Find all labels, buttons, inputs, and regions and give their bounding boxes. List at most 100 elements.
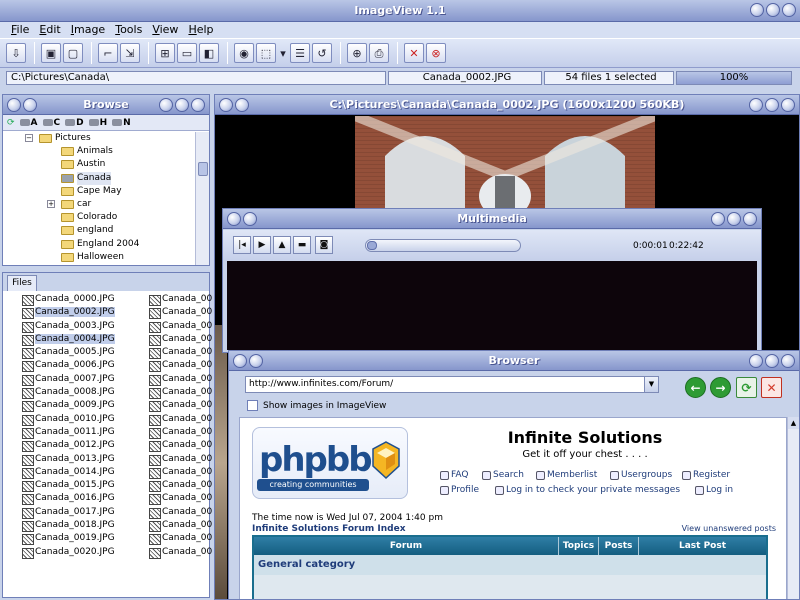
nav-login[interactable]: Log in [695, 485, 733, 495]
browse-close-button[interactable] [191, 98, 205, 112]
file-item[interactable]: Canada_0013.JPG [21, 453, 115, 466]
browser-minimize-button[interactable] [749, 354, 763, 368]
file-item[interactable]: Canada_0010.JPG [21, 413, 115, 426]
file-item[interactable]: Canada_0006.JPG [21, 359, 115, 373]
view-unanswered-link[interactable]: View unanswered posts [682, 524, 776, 533]
tree-item[interactable]: Austin [3, 158, 193, 171]
tree-expander-icon[interactable]: − [25, 134, 33, 142]
multimedia-pin-button[interactable] [227, 212, 241, 226]
file-item[interactable]: Canada_0016.JPG [21, 492, 115, 506]
thumbnails-icon[interactable]: ⊞ [155, 43, 175, 63]
eject-icon[interactable]: ▲ [273, 236, 291, 254]
file-item[interactable]: Canada_0011.JPG [21, 426, 115, 440]
file-item[interactable]: Canada_00 [148, 386, 212, 400]
file-item[interactable]: Canada_0014.JPG [21, 466, 115, 480]
tree-item[interactable]: Canada [3, 171, 193, 185]
menu-image[interactable]: Image [66, 22, 110, 38]
menu-file[interactable]: File [6, 22, 34, 38]
nav-memberlist[interactable]: Memberlist [536, 470, 597, 480]
browse-menu-button[interactable] [23, 98, 37, 112]
nav-usergroups[interactable]: Usergroups [610, 470, 672, 480]
scroll-up-icon[interactable]: ▲ [788, 417, 799, 429]
new-document-icon[interactable]: ▢ [63, 43, 83, 63]
seek-slider[interactable] [365, 239, 521, 252]
forum-index-link[interactable]: Infinite Solutions Forum Index [252, 524, 406, 534]
drive-n[interactable]: N [112, 118, 131, 128]
nav-private-messages[interactable]: Log in to check your private messages [495, 485, 680, 495]
viewer-maximize-button[interactable] [765, 98, 779, 112]
file-item[interactable]: Canada_0007.JPG [21, 373, 115, 387]
file-item[interactable]: Canada_0008.JPG [21, 386, 115, 400]
open-icon[interactable]: ⇩ [6, 43, 26, 63]
tree-item[interactable]: Halloween [3, 251, 193, 264]
play-icon[interactable]: ▶ [253, 236, 271, 254]
tree-item[interactable]: England 2004 [3, 238, 193, 251]
tree-item[interactable]: Animals [3, 145, 193, 158]
viewer-pin-button[interactable] [219, 98, 233, 112]
browse-maximize-button[interactable] [175, 98, 189, 112]
file-item[interactable]: Canada_00 [148, 546, 212, 559]
tree-item[interactable]: england [3, 224, 193, 237]
nav-register[interactable]: Register [682, 470, 730, 480]
print-icon[interactable]: ⎙ [369, 43, 389, 63]
multimedia-close-button[interactable] [743, 212, 757, 226]
file-item[interactable]: Canada_00 [148, 293, 212, 307]
multimedia-maximize-button[interactable] [727, 212, 741, 226]
seek-slider-thumb[interactable] [367, 241, 378, 250]
browser-maximize-button[interactable] [765, 354, 779, 368]
show-images-checkbox[interactable] [247, 400, 258, 411]
file-item[interactable]: Canada_00 [148, 519, 212, 533]
file-item[interactable]: Canada_0018.JPG [21, 519, 115, 533]
refresh-icon[interactable]: ⟳ [7, 118, 15, 128]
tree-scrollbar[interactable] [195, 132, 209, 265]
file-item[interactable]: Canada_00 [148, 506, 212, 520]
drive-a[interactable]: A [19, 118, 38, 128]
refresh-icon[interactable]: ⟳ [736, 377, 757, 398]
slideshow-icon[interactable]: ▣ [41, 43, 61, 63]
nav-search[interactable]: Search [482, 470, 524, 480]
file-item[interactable]: Canada_0019.JPG [21, 532, 115, 546]
file-item[interactable]: Canada_00 [148, 492, 212, 506]
drive-h[interactable]: H [88, 118, 107, 128]
file-item[interactable]: Canada_0003.JPG [21, 320, 115, 333]
path-field[interactable]: C:\Pictures\Canada\ [6, 71, 386, 85]
maximize-button[interactable] [766, 3, 780, 17]
file-item[interactable]: Canada_0015.JPG [21, 479, 115, 493]
browser-pin-button[interactable] [233, 354, 247, 368]
file-item[interactable]: Canada_00 [148, 333, 212, 347]
browse-minimize-button[interactable] [159, 98, 173, 112]
minimize-button[interactable] [750, 3, 764, 17]
nav-profile[interactable]: Profile [440, 485, 479, 495]
dropdown-arrow-icon[interactable]: ▾ [278, 43, 288, 63]
stop-icon[interactable]: ▬ [293, 236, 311, 254]
tab-files[interactable]: Files [7, 275, 37, 291]
url-dropdown-icon[interactable]: ▼ [644, 377, 658, 392]
tree-expander-icon[interactable]: + [47, 199, 55, 208]
file-item[interactable]: Canada_0012.JPG [21, 439, 115, 453]
menu-view[interactable]: View [147, 22, 183, 38]
video-camera-icon[interactable]: ◙ [315, 236, 333, 254]
compare-icon[interactable]: ◧ [199, 43, 219, 63]
file-item[interactable]: Canada_00 [148, 373, 212, 387]
menu-edit[interactable]: Edit [34, 22, 65, 38]
category-row[interactable]: General category [254, 555, 766, 575]
show-images-option[interactable]: Show images in ImageView [247, 400, 386, 411]
tree-item[interactable]: Colorado [3, 211, 193, 224]
file-item[interactable]: Canada_00 [148, 359, 212, 373]
file-item[interactable]: Canada_00 [148, 306, 212, 320]
drive-c[interactable]: C [42, 118, 60, 128]
drive-d[interactable]: D [65, 118, 84, 128]
select-region-icon[interactable]: ⬚ [256, 43, 276, 63]
viewer-close-button[interactable] [781, 98, 795, 112]
tree-item[interactable]: − Pictures [3, 132, 193, 145]
multimedia-minimize-button[interactable] [711, 212, 725, 226]
viewer-menu-button[interactable] [235, 98, 249, 112]
file-item[interactable]: Canada_0017.JPG [21, 506, 115, 520]
browser-close-button[interactable] [781, 354, 795, 368]
file-item[interactable]: Canada_00 [148, 532, 212, 546]
tree-item[interactable]: + car [3, 198, 193, 211]
crop-icon[interactable]: ⌐ [98, 43, 118, 63]
delete-icon[interactable]: ⊗ [426, 43, 446, 63]
file-item[interactable]: Canada_0020.JPG [21, 546, 115, 559]
phpbb-logo[interactable]: phpbb creating communities [252, 427, 408, 499]
